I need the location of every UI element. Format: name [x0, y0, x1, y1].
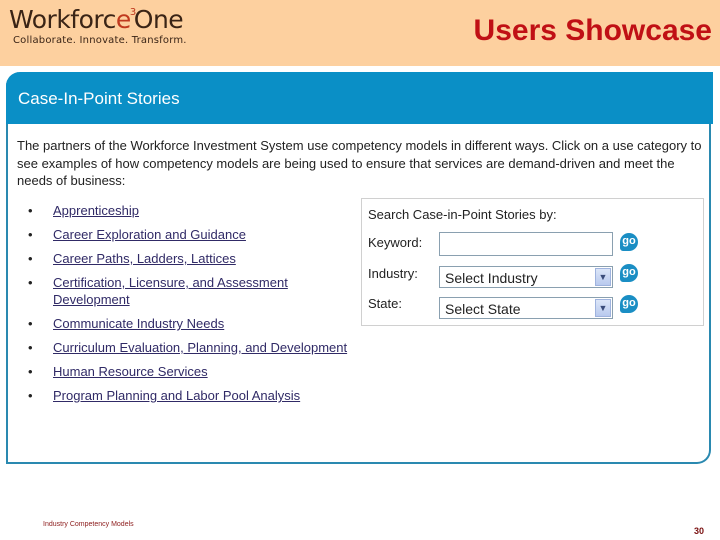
list-item: • Career Exploration and Guidance	[28, 226, 353, 243]
chevron-down-icon[interactable]: ▼	[595, 268, 611, 286]
category-link-curriculum[interactable]: Curriculum Evaluation, Planning, and Dev…	[53, 340, 347, 355]
industry-selected-value: Select Industry	[445, 270, 538, 286]
list-item: • Certification, Licensure, and Assessmen…	[28, 274, 353, 308]
category-list: • Apprenticeship • Career Exploration and …	[28, 202, 353, 411]
category-link-apprenticeship[interactable]: Apprenticeship	[53, 203, 139, 218]
list-item: • Career Paths, Ladders, Lattices	[28, 250, 353, 267]
panel-header: Case-In-Point Stories	[6, 72, 713, 124]
header-banner: Workforce 3 One Collaborate. Innovate. Tra…	[0, 0, 720, 66]
bullet-icon: •	[28, 388, 33, 403]
list-item: • Curriculum Evaluation, Planning, and De…	[28, 339, 353, 356]
category-link-certification[interactable]: Certification, Licensure, and Assessment…	[53, 275, 288, 307]
state-selected-value: Select State	[445, 301, 521, 317]
logo-tagline: Collaborate. Innovate. Transform.	[13, 35, 187, 46]
keyword-input[interactable]	[439, 232, 613, 256]
list-item: • Program Planning and Labor Pool Analysi…	[28, 387, 353, 404]
state-select[interactable]: Select State ▼	[439, 297, 613, 319]
category-link-communicate-needs[interactable]: Communicate Industry Needs	[53, 316, 224, 331]
page-number: 30	[694, 526, 705, 536]
state-label: State:	[368, 296, 402, 311]
logo-e3-mark: e3	[115, 5, 136, 34]
category-link-program-planning[interactable]: Program Planning and Labor Pool Analysis	[53, 388, 300, 403]
category-link-human-resource[interactable]: Human Resource Services	[53, 364, 208, 379]
category-link-career-exploration[interactable]: Career Exploration and Guidance	[53, 227, 246, 242]
workforce3one-logo: Workforce 3 One Collaborate. Innovate. Tra…	[9, 5, 187, 47]
case-in-point-panel: Case-In-Point Stories The partners of th…	[6, 72, 713, 464]
panel-title: Case-In-Point Stories	[18, 89, 180, 108]
category-link-career-paths[interactable]: Career Paths, Ladders, Lattices	[53, 251, 236, 266]
bullet-icon: •	[28, 227, 33, 242]
bullet-icon: •	[28, 340, 33, 355]
footer-caption: Industry Competency Models	[43, 521, 134, 528]
list-item: • Apprenticeship	[28, 202, 353, 219]
slide-title: Users Showcase	[473, 14, 712, 47]
bullet-icon: •	[28, 275, 33, 290]
industry-select[interactable]: Select Industry ▼	[439, 266, 613, 288]
industry-go-button[interactable]: go	[620, 264, 638, 282]
keyword-label: Keyword:	[368, 235, 423, 250]
bullet-icon: •	[28, 364, 33, 379]
chevron-down-icon[interactable]: ▼	[595, 299, 611, 317]
list-item: • Human Resource Services	[28, 363, 353, 380]
search-title: Search Case-in-Point Stories by:	[368, 207, 557, 222]
state-go-button[interactable]: go	[620, 295, 638, 313]
intro-text: The partners of the Workforce Investment…	[17, 138, 702, 188]
keyword-go-button[interactable]: go	[620, 233, 638, 251]
list-item: • Communicate Industry Needs	[28, 315, 353, 332]
industry-label: Industry:	[368, 266, 418, 281]
bullet-icon: •	[28, 203, 33, 218]
logo-wordmark: Workforce 3 One	[9, 5, 184, 34]
bullet-icon: •	[28, 316, 33, 331]
bullet-icon: •	[28, 251, 33, 266]
search-box: Search Case-in-Point Stories by: Keyword…	[361, 198, 704, 326]
